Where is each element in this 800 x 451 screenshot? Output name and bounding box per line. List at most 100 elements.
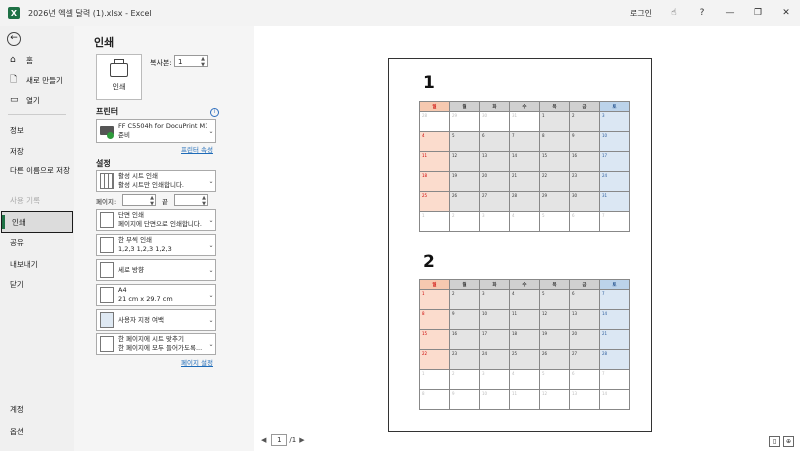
weekday-header: 일 [419,279,450,290]
current-page-input[interactable]: 1 [271,434,288,446]
printer-properties-link[interactable]: 프린터 속성 [181,144,213,154]
sides-select[interactable]: 단면 인쇄 페이지에 단면으로 인쇄합니다. ⌄ [96,209,216,231]
day-cell: 5 [449,131,480,152]
sidebar-item-account[interactable]: 계정 [0,398,74,420]
sidebar-divider [8,114,66,115]
day-cell: 1 [419,211,450,232]
sidebar-item-options[interactable]: 옵션 [0,420,74,442]
print-settings-panel: 인쇄 인쇄 복사본: 1 ▲ ▼ 프린터 i FF C5504h for Docu… [74,26,254,451]
month-calendar-table: 일 월 화 수 목 금 토 1 2 3 4 5 6 7 8 9 10 11 12 13 14 15 16 17 18 19 20 21… [419,279,630,410]
printer-status: 준비 [118,131,130,139]
weekday-header: 토 [599,101,630,112]
print-what-select[interactable]: 활성 시트 인쇄 활성 시트만 인쇄합니다. ⌄ [96,170,216,192]
info-icon[interactable]: i [210,108,219,117]
weekday-header: 화 [479,279,510,290]
day-cell: 11 [509,389,540,410]
collation-select[interactable]: 한 부씩 인쇄 1,2,3 1,2,3 1,2,3 ⌄ [96,234,216,256]
printer-name: FF C5504h for DocuPrint M11... [118,122,207,130]
margins-select[interactable]: 사용자 지정 여백 ⌄ [96,309,216,331]
show-margins-icon[interactable]: ▯ [769,436,780,447]
next-page-icon[interactable]: ▶ [299,436,304,444]
printer-heading: 프린터 [96,107,119,116]
day-cell: 29 [449,111,480,132]
day-cell: 4 [419,131,450,152]
day-cell: 14 [599,389,630,410]
copies-spinner[interactable]: ▲ ▼ [201,56,205,68]
day-cell: 14 [509,151,540,172]
restore-button[interactable]: ❐ [744,8,772,18]
help-button[interactable]: ? [688,8,716,18]
pages-from-spinner[interactable]: ▲ ▼ [150,195,154,207]
chevron-down-icon: ⌄ [208,241,214,249]
new-document-icon: 🗋 [10,75,18,85]
day-cell: 9 [449,389,480,410]
day-cell: 3 [599,111,630,132]
weekday-header: 토 [599,279,630,290]
sidebar-item-new[interactable]: 🗋 새로 만들기 [0,69,74,91]
minimize-button[interactable]: — [716,8,744,18]
scaling-select[interactable]: 한 페이지에 시트 맞추기 한 페이지에 모두 들어가도록... ⌄ [96,333,216,355]
sidebar-item-close[interactable]: 닫기 [0,273,74,295]
previous-page-icon[interactable]: ◀ [261,436,266,444]
collated-icon [100,237,114,253]
day-cell: 16 [449,329,480,350]
day-cell: 2 [449,369,480,390]
day-cell: 7 [599,211,630,232]
weekday-header: 목 [539,279,570,290]
weekday-header: 목 [539,101,570,112]
folder-icon: ▭ [10,95,19,105]
feedback-icon[interactable]: ☝ [660,8,688,18]
day-cell: 24 [479,349,510,370]
day-cell: 10 [479,309,510,330]
close-button[interactable]: ✕ [772,8,800,18]
day-cell: 1 [539,111,570,132]
day-cell: 4 [509,369,540,390]
day-cell: 15 [539,151,570,172]
zoom-to-page-icon[interactable]: ⊕ [783,436,794,447]
paper-size-select[interactable]: A4 21 cm x 29.7 cm ⌄ [96,284,216,306]
day-cell: 5 [539,289,570,310]
page-setup-link[interactable]: 페이지 설정 [181,357,213,367]
day-cell: 7 [509,131,540,152]
sidebar-item-save[interactable]: 저장 [0,140,74,162]
sidebar-item-export[interactable]: 내보내기 [0,253,74,275]
weekday-header: 월 [449,279,480,290]
day-cell: 18 [509,329,540,350]
pages-to-input[interactable]: ▲ ▼ [174,194,208,207]
pages-from-input[interactable]: ▲ ▼ [122,194,156,207]
copies-input[interactable]: 1 ▲ ▼ [174,55,208,68]
day-cell: 27 [479,191,510,212]
sidebar-item-open[interactable]: ▭ 열기 [0,89,74,111]
printer-select[interactable]: FF C5504h for DocuPrint M11... 준비 ⌄ [96,119,216,143]
sidebar-item-share[interactable]: 공유 [0,231,74,253]
login-button[interactable]: 로그인 [630,8,652,19]
copies-label: 복사본: [150,59,172,67]
sidebar-item-print[interactable]: 인쇄 [1,211,73,233]
sidebar-item-home[interactable]: ⌂ 홈 [0,49,74,71]
sidebar-item-info[interactable]: 정보 [0,119,74,141]
window-title: 2026년 엑셀 달력 (1).xlsx - Excel [28,8,152,18]
custom-margins-icon [100,312,114,328]
title-bar: X 2026년 엑셀 달력 (1).xlsx - Excel 로그인 ☝ ? —… [0,0,800,26]
pages-to-label: 끝 [162,198,168,206]
print-button[interactable]: 인쇄 [96,54,142,100]
chevron-down-icon: ⌄ [208,266,214,274]
month-number: 1 [423,73,435,93]
settings-heading: 설정 [96,159,111,168]
day-cell: 20 [569,329,600,350]
day-cell: 17 [599,151,630,172]
day-cell: 15 [419,329,450,350]
chevron-down-icon: ⌄ [208,340,214,348]
day-cell: 8 [539,131,570,152]
day-cell: 31 [599,191,630,212]
day-cell: 20 [479,171,510,192]
back-arrow-icon[interactable]: ← [7,32,21,46]
orientation-select[interactable]: 세로 방향 ⌄ [96,259,216,281]
month-number: 2 [423,252,435,272]
sheet-grid-icon [100,173,114,189]
paper-size-icon [100,287,114,303]
day-cell: 28 [599,349,630,370]
day-cell: 26 [539,349,570,370]
pages-to-spinner[interactable]: ▲ ▼ [202,195,206,207]
weekday-header: 금 [569,279,600,290]
